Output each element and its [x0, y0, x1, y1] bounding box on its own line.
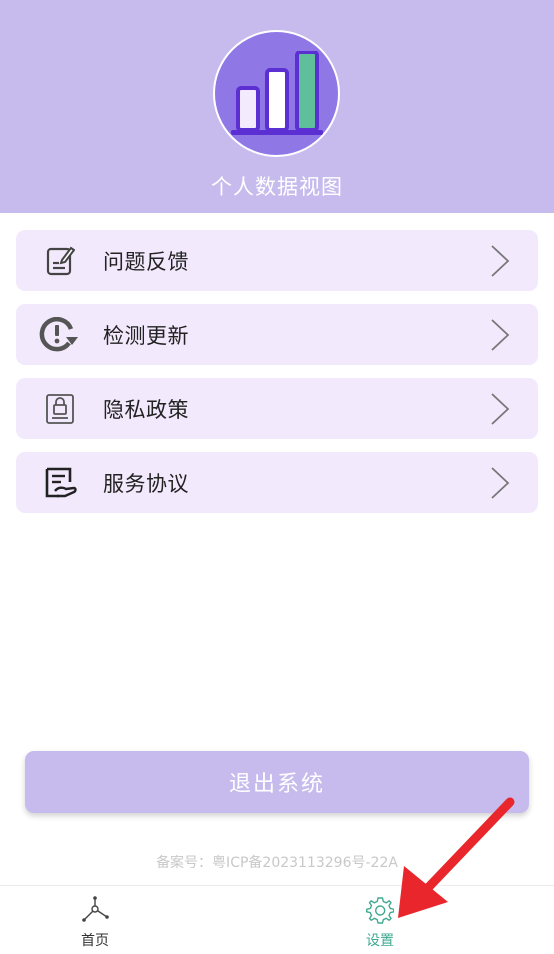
- bar-chart-icon: [213, 30, 340, 157]
- chevron-right-icon: [491, 319, 510, 351]
- icp-record-text: 备案号：粤ICP备2023113296号-22A: [156, 855, 398, 871]
- header: 个人数据视图: [0, 0, 554, 213]
- chevron-right-icon: [491, 245, 510, 277]
- service-agreement-icon: [39, 462, 81, 504]
- page-title: 个人数据视图: [211, 175, 343, 199]
- tab-label: 设置: [366, 933, 394, 949]
- privacy-lock-icon: [39, 388, 81, 430]
- menu-item-feedback[interactable]: 问题反馈: [16, 230, 538, 291]
- check-update-icon: [39, 314, 81, 356]
- settings-page: 个人数据视图 问题反馈 检测更新 隐私政策 服务协议 退出系统 备案号：粤ICP…: [0, 0, 554, 954]
- bottom-tab-bar: 首页 设置: [0, 885, 554, 954]
- gear-icon: [366, 897, 394, 924]
- settings-menu: 问题反馈 检测更新 隐私政策 服务协议: [16, 230, 538, 526]
- chevron-right-icon: [491, 467, 510, 499]
- chevron-right-icon: [491, 393, 510, 425]
- menu-item-label: 隐私政策: [103, 397, 189, 422]
- logout-button[interactable]: 退出系统: [25, 751, 529, 813]
- tab-settings[interactable]: 设置: [277, 886, 554, 954]
- feedback-icon: [39, 240, 81, 282]
- menu-item-privacy[interactable]: 隐私政策: [16, 378, 538, 439]
- menu-item-service-agreement[interactable]: 服务协议: [16, 452, 538, 513]
- tab-label: 首页: [81, 933, 109, 949]
- menu-item-label: 问题反馈: [103, 249, 189, 274]
- menu-item-check-update[interactable]: 检测更新: [16, 304, 538, 365]
- menu-item-label: 服务协议: [103, 471, 189, 496]
- menu-item-label: 检测更新: [103, 323, 189, 348]
- tab-home[interactable]: 首页: [0, 886, 277, 954]
- home-network-icon: [82, 896, 109, 922]
